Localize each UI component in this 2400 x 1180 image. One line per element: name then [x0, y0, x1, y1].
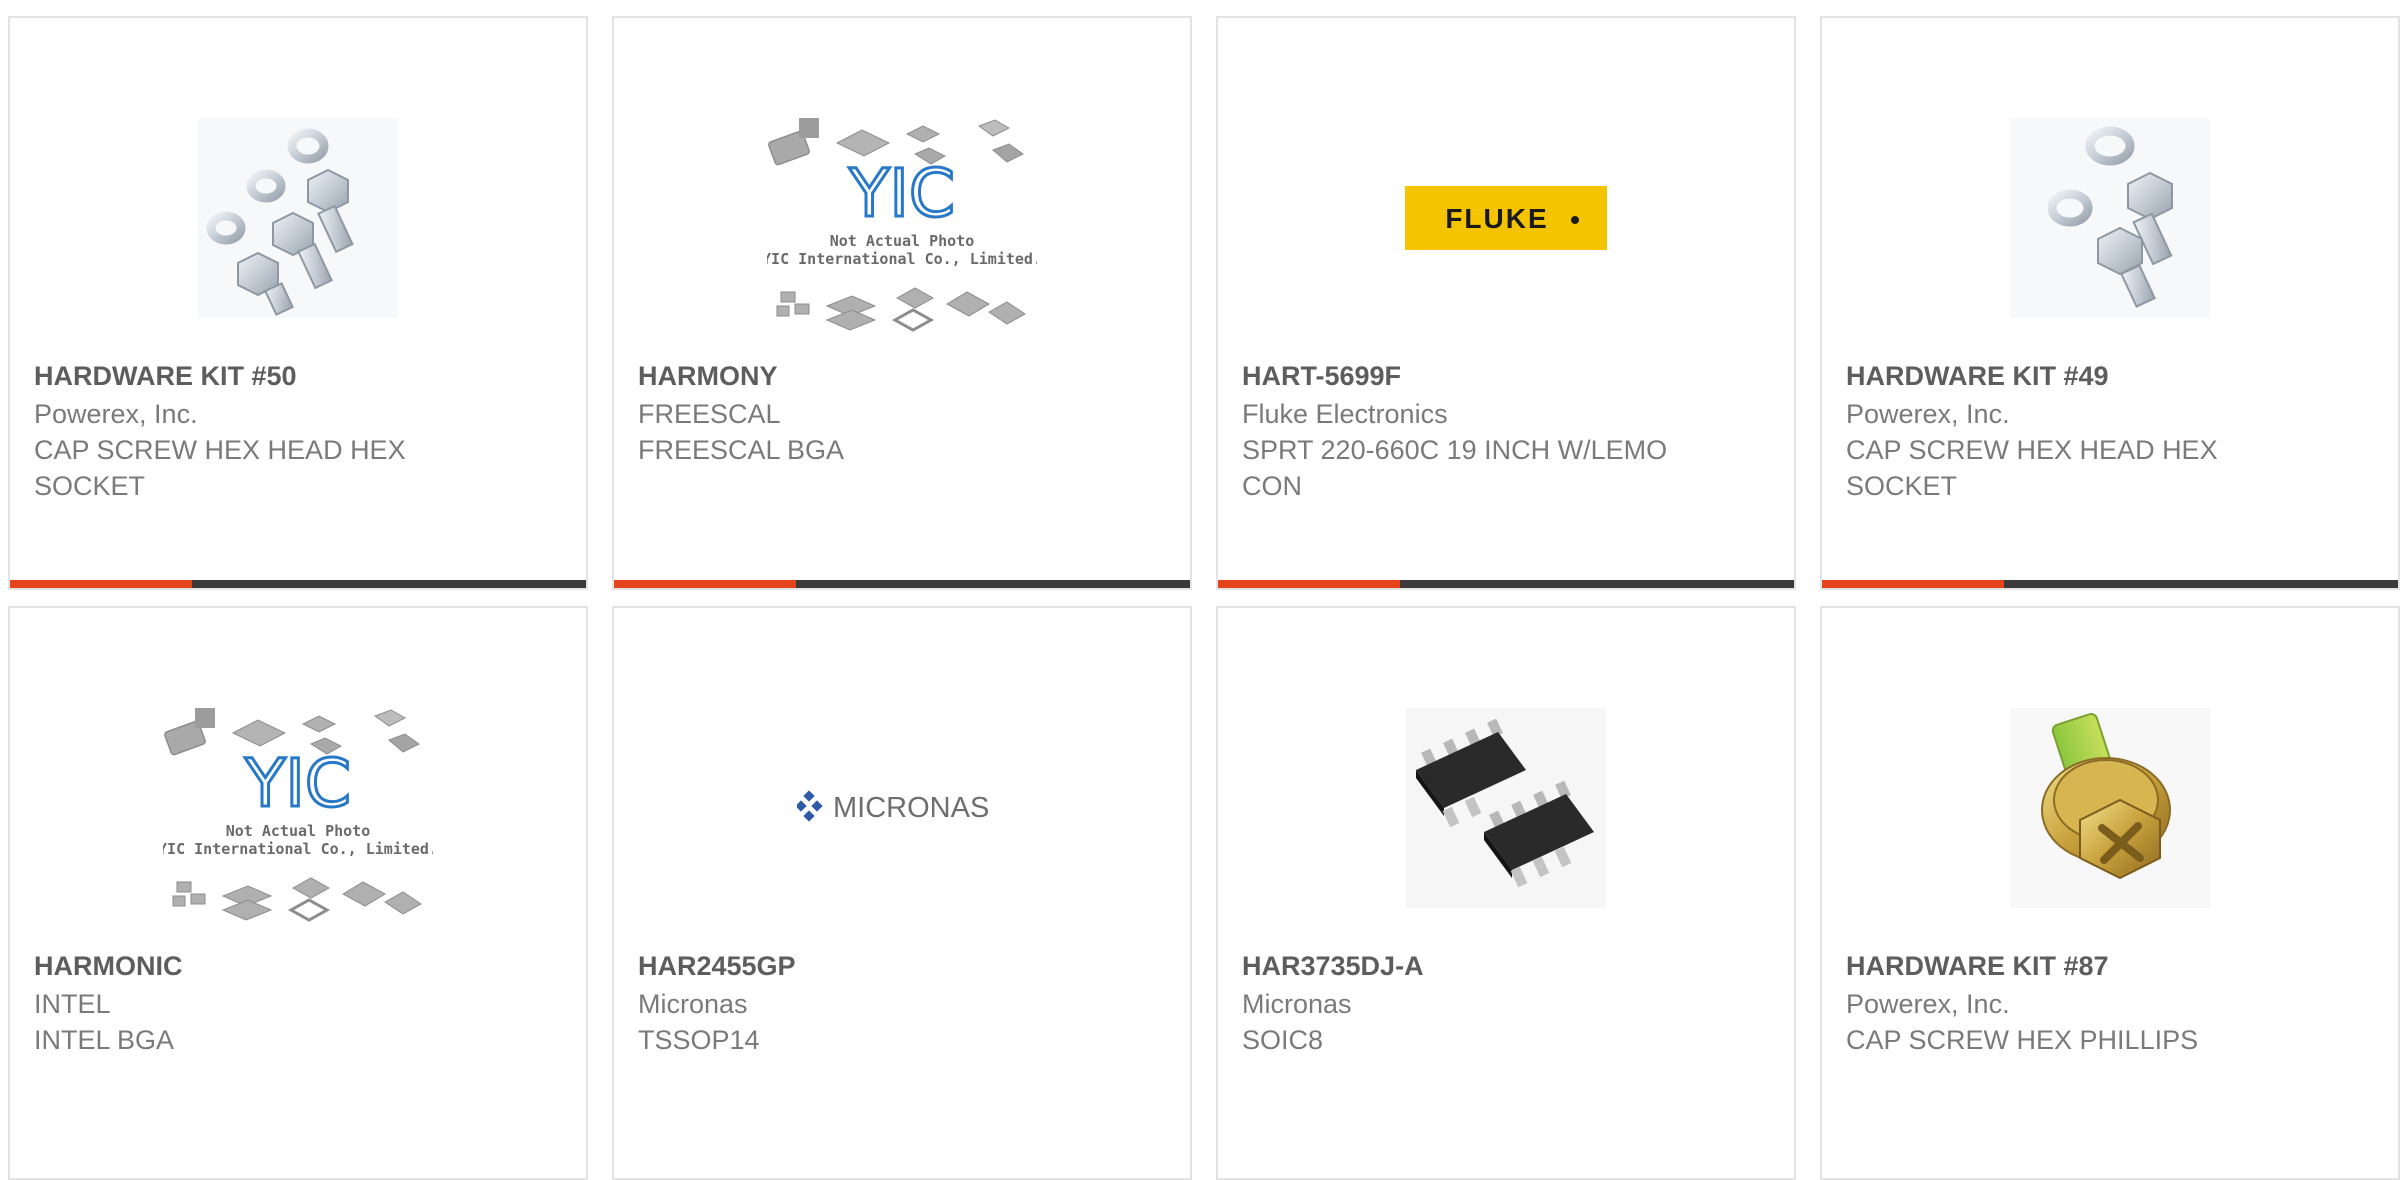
- card-accent-bar: [1218, 580, 1794, 588]
- manufacturer: Micronas: [1242, 989, 1352, 1019]
- fluke-logo-text: FLUKE: [1445, 203, 1548, 234]
- manufacturer: FREESCAL: [638, 399, 781, 429]
- part-number[interactable]: HARMONY: [638, 358, 1166, 394]
- product-image[interactable]: [1822, 78, 2398, 358]
- part-number[interactable]: HAR2455GP: [638, 948, 1166, 984]
- micronas-logo: MICRONAS: [797, 790, 989, 824]
- product-card[interactable]: MICRONAS HAR2455GP Micronas TSSOP14: [612, 606, 1192, 1180]
- product-image[interactable]: YIC Not Actual Photo YIC International C…: [614, 78, 1190, 358]
- manufacturer: Fluke Electronics: [1242, 399, 1448, 429]
- product-card[interactable]: HAR3735DJ-A Micronas SOIC8: [1216, 606, 1796, 1180]
- card-accent-bar: [1822, 580, 2398, 588]
- yic-logo: YIC: [848, 155, 955, 232]
- placeholder-caption: Not Actual Photo: [830, 232, 975, 250]
- phillips-screw-kit-icon: [2010, 708, 2210, 908]
- product-card[interactable]: HARDWARE KIT #87 Powerex, Inc. CAP SCREW…: [1820, 606, 2400, 1180]
- part-number[interactable]: HARDWARE KIT #87: [1846, 948, 2374, 984]
- micronas-logo-text: MICRONAS: [833, 792, 989, 824]
- description: SOIC8: [1242, 1025, 1324, 1055]
- manufacturer: Powerex, Inc.: [1846, 399, 2010, 429]
- product-image[interactable]: [1822, 668, 2398, 948]
- product-grid: HARDWARE KIT #50 Powerex, Inc. CAP SCREW…: [0, 0, 2400, 1180]
- description: INTEL BGA: [34, 1025, 175, 1055]
- manufacturer: INTEL: [34, 989, 111, 1019]
- yic-logo: YIC: [244, 745, 351, 822]
- product-card[interactable]: HARDWARE KIT #49 Powerex, Inc. CAP SCREW…: [1820, 16, 2400, 590]
- manufacturer: Powerex, Inc.: [1846, 989, 2010, 1019]
- hex-bolts-kit-icon: [2010, 118, 2210, 318]
- placeholder-caption: Not Actual Photo: [226, 822, 371, 840]
- product-card[interactable]: FLUKE HART-5699F Fluke Electronics SPRT …: [1216, 16, 1796, 590]
- part-number[interactable]: HARMONIC: [34, 948, 562, 984]
- description: CAP SCREW HEX HEAD HEX SOCKET: [1846, 435, 2218, 501]
- placeholder-caption: YIC International Co., Limited.: [163, 840, 433, 858]
- description: FREESCAL BGA: [638, 435, 845, 465]
- description: SPRT 220-660C 19 INCH W/LEMO CON: [1242, 435, 1668, 501]
- product-image[interactable]: [10, 78, 586, 358]
- yic-placeholder-icon: YIC Not Actual Photo YIC International C…: [767, 118, 1037, 332]
- part-number[interactable]: HART-5699F: [1242, 358, 1770, 394]
- description: CAP SCREW HEX HEAD HEX SOCKET: [34, 435, 406, 501]
- product-card[interactable]: YIC Not Actual Photo YIC International C…: [612, 16, 1192, 590]
- product-card[interactable]: YIC Not Actual Photo YIC International C…: [8, 606, 588, 1180]
- fluke-logo: FLUKE: [1405, 186, 1607, 250]
- product-card[interactable]: HARDWARE KIT #50 Powerex, Inc. CAP SCREW…: [8, 16, 588, 590]
- product-image[interactable]: [1218, 668, 1794, 948]
- product-image[interactable]: MICRONAS: [614, 668, 1190, 948]
- description: CAP SCREW HEX PHILLIPS: [1846, 1025, 2199, 1055]
- part-number[interactable]: HAR3735DJ-A: [1242, 948, 1770, 984]
- description: TSSOP14: [638, 1025, 760, 1055]
- soic8-chip-icon: [1406, 708, 1606, 908]
- card-accent-bar: [614, 580, 1190, 588]
- card-accent-bar: [10, 580, 586, 588]
- yic-placeholder-icon: YIC Not Actual Photo YIC International C…: [163, 708, 433, 922]
- placeholder-caption: YIC International Co., Limited.: [767, 250, 1037, 268]
- part-number[interactable]: HARDWARE KIT #49: [1846, 358, 2374, 394]
- product-image[interactable]: FLUKE: [1218, 78, 1794, 358]
- part-number[interactable]: HARDWARE KIT #50: [34, 358, 562, 394]
- manufacturer: Micronas: [638, 989, 748, 1019]
- manufacturer: Powerex, Inc.: [34, 399, 198, 429]
- hex-bolts-kit-icon: [198, 118, 398, 318]
- product-image[interactable]: YIC Not Actual Photo YIC International C…: [10, 668, 586, 948]
